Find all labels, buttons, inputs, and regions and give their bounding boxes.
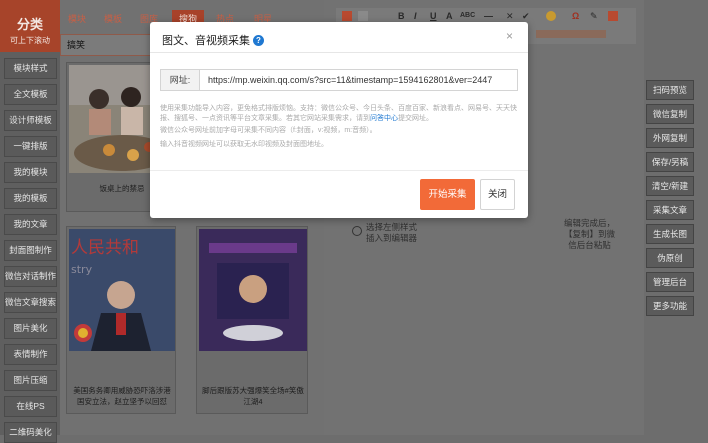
hint-right-line-2: 【复制】到微 [564, 229, 616, 239]
image-icon[interactable] [608, 11, 618, 21]
tab-template[interactable]: 模板 [100, 10, 126, 28]
url-field: 网址: https://mp.weixin.qq.com/s?src=11&ti… [160, 69, 518, 91]
sidebar-item-one-click-layout[interactable]: 一键排版 [4, 136, 57, 157]
omega-button[interactable]: Ω [572, 11, 579, 21]
check-button[interactable]: ✔ [522, 11, 530, 22]
strikethrough-button[interactable]: ABC [460, 12, 475, 19]
save-draft-button[interactable]: 保存/另稿 [646, 152, 694, 172]
video-card[interactable]: 人民共和 stry 美国务务卿用威胁恐吓洛涉港国安立法，赵立坚予以回怼 [66, 226, 176, 414]
sidebar-item-full-template[interactable]: 全文模板 [4, 84, 57, 105]
undo-icon[interactable] [342, 11, 352, 21]
url-input[interactable]: https://mp.weixin.qq.com/s?src=11&timest… [208, 70, 518, 90]
instructions-tail: 提交网址。 [398, 115, 433, 122]
sidebar-item-emoji-maker[interactable]: 表情制作 [4, 344, 57, 365]
url-label: 网址: [161, 70, 200, 90]
dialog-footer-divider [150, 170, 528, 171]
sidebar-item-online-ps[interactable]: 在线PS [4, 396, 57, 417]
sidebar-item-designer-template[interactable]: 设计师模板 [4, 110, 57, 131]
bold-button[interactable]: B [398, 11, 405, 21]
hint-right-line-1: 编辑完成后， [564, 218, 616, 228]
admin-backend-button[interactable]: 管理后台 [646, 272, 694, 292]
pseudo-original-button[interactable]: 伪原创 [646, 248, 694, 268]
italic-button[interactable]: I [414, 11, 417, 21]
underline-button[interactable]: U [430, 11, 437, 21]
collect-article-button[interactable]: 采集文章 [646, 200, 694, 220]
redo-icon[interactable] [358, 11, 368, 21]
scan-preview-button[interactable]: 扫码预览 [646, 80, 694, 100]
pencil-button[interactable]: ✎ [590, 11, 598, 22]
instructions-text: 使用采集功能导入内容，更免格式排版烦恼。支持：微信公众号、今日头条、百度百家、新… [160, 105, 517, 122]
sidebar-item-image-beautify[interactable]: 图片美化 [4, 318, 57, 339]
svg-text:人民共和: 人民共和 [71, 238, 139, 258]
start-collect-button[interactable]: 开始采集 [420, 179, 475, 210]
hint-left-line-1: 选择左侧样式 [366, 222, 418, 232]
sidebar-item-my-articles[interactable]: 我的文章 [4, 214, 57, 235]
search-value: 搞笑 [67, 40, 86, 50]
sidebar-title: 分类 [16, 17, 43, 32]
dialog-divider [150, 52, 528, 53]
sidebar-item-my-modules[interactable]: 我的模块 [4, 162, 57, 183]
dash-button[interactable]: — [484, 11, 493, 21]
hint-left-line-2: 插入到编辑器 [366, 233, 418, 243]
video-card[interactable]: 脚后跟版苏大强爆笑全场#笑傲江湖4 [196, 226, 308, 414]
sidebar-item-image-compress[interactable]: 图片压缩 [4, 370, 57, 391]
video-caption: 美国务务卿用威胁恐吓洛涉港国安立法，赵立坚予以回怼 [73, 386, 171, 406]
sidebar-item-my-templates[interactable]: 我的模板 [4, 188, 57, 209]
video-thumbnail: 人民共和 stry [69, 229, 175, 351]
sidebar-item-article-search[interactable]: 微信文章搜索 [4, 292, 57, 313]
hint-right-line-3: 信后台粘贴 [568, 240, 611, 250]
align-tools-icon[interactable] [536, 30, 606, 38]
sidebar-subtitle: 可上下滚动 [10, 36, 50, 45]
douyin-note: 输入抖音视频网址可以获取无水印视频及封面图地址。 [160, 141, 328, 148]
dialog-title: 图文、音视频采集? [162, 32, 264, 48]
tab-module[interactable]: 模块 [64, 10, 90, 28]
prefix-note: 微信公众号网址前加字母可采集不同内容（f:封面，v:视频，m:音频）。 [160, 127, 377, 134]
collect-dialog: 图文、音视频采集? × 网址: https://mp.weixin.qq.com… [150, 22, 528, 218]
clear-format-button[interactable]: ✕ [506, 11, 514, 22]
svg-text:stry: stry [71, 263, 93, 276]
more-features-button[interactable]: 更多功能 [646, 296, 694, 316]
sidebar-item-chat-maker[interactable]: 微信对话制作 [4, 266, 57, 287]
close-button[interactable]: 关闭 [480, 179, 515, 210]
sidebar-item-qr-beautify[interactable]: 二维码美化 [4, 422, 57, 443]
emoji-icon[interactable] [546, 11, 556, 21]
editor-hint-right: 编辑完成后， 【复制】到微 信后台粘贴 [564, 218, 615, 251]
video-thumbnail [199, 229, 307, 351]
sidebar-header: 分类 可上下滚动 [0, 0, 60, 52]
font-color-button[interactable]: A [446, 11, 453, 21]
category-sidebar: 分类 可上下滚动 模块样式 全文模板 设计师模板 一键排版 我的模块 我的模板 … [0, 0, 60, 443]
help-icon[interactable]: ? [253, 35, 264, 46]
sidebar-item-cover-maker[interactable]: 封面图制作 [4, 240, 57, 261]
close-icon[interactable]: × [506, 29, 513, 43]
dialog-title-text: 图文、音视频采集 [162, 35, 250, 47]
collect-instructions: 使用采集功能导入内容，更免格式排版烦恼。支持：微信公众号、今日头条、百度百家、新… [160, 104, 518, 124]
video-caption: 脚后跟版苏大强爆笑全场#笑傲江湖4 [202, 386, 304, 406]
wechat-copy-button[interactable]: 微信复制 [646, 104, 694, 124]
clear-new-button[interactable]: 清空/新建 [646, 176, 694, 196]
external-copy-button[interactable]: 外网复制 [646, 128, 694, 148]
qa-center-link[interactable]: 问答中心 [370, 115, 398, 122]
editor-hint-left: 选择左侧样式 插入到编辑器 [366, 222, 417, 244]
sidebar-item-module-style[interactable]: 模块样式 [4, 58, 57, 79]
cursor-icon [352, 226, 362, 236]
long-image-button[interactable]: 生成长图 [646, 224, 694, 244]
